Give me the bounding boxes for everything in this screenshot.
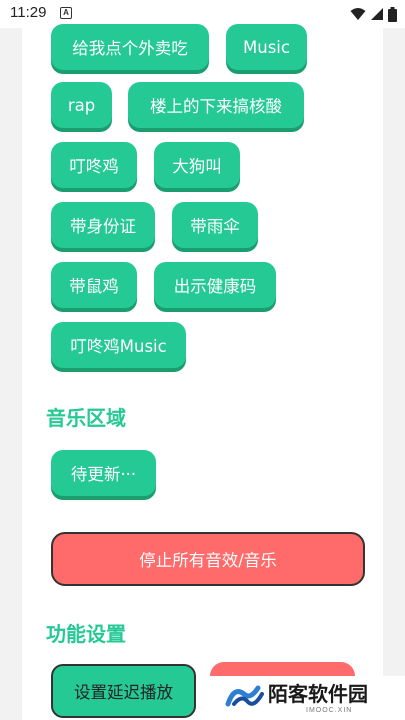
sound-button-big-dog[interactable]: 大狗叫 (154, 142, 240, 188)
sound-button-bring-mouse-chicken[interactable]: 带鼠鸡 (51, 262, 137, 308)
watermark-text: 陌客软件园 (268, 682, 368, 706)
sound-button-dingdong-chicken[interactable]: 叮咚鸡 (51, 142, 137, 188)
settings-section-title: 功能设置 (46, 622, 126, 646)
sound-button-rap[interactable]: rap (51, 82, 112, 128)
status-icons (350, 6, 397, 22)
stop-all-button[interactable]: 停止所有音效/音乐 (51, 532, 365, 586)
music-pending-button[interactable]: 待更新··· (51, 450, 156, 496)
watermark-logo-icon (225, 685, 264, 707)
delay-playback-button[interactable]: 设置延迟播放 (51, 664, 196, 718)
watermark: 陌客软件园 IMOOC.XIN (210, 676, 405, 720)
sound-button-nucleic-test[interactable]: 楼上的下来搞核酸 (128, 82, 304, 128)
sound-button-health-code[interactable]: 出示健康码 (154, 262, 276, 308)
sound-button-music[interactable]: Music (226, 24, 307, 70)
watermark-subtext: IMOOC.XIN (306, 707, 353, 714)
signal-icon (371, 8, 383, 20)
music-section-title: 音乐区域 (46, 406, 126, 430)
content-card (22, 28, 383, 720)
app-notification-icon: A (60, 7, 72, 19)
sound-button-dingdong-music[interactable]: 叮咚鸡Music (51, 322, 186, 368)
sound-button-bring-umbrella[interactable]: 带雨伞 (172, 202, 258, 248)
sound-button-bring-id[interactable]: 带身份证 (51, 202, 155, 248)
battery-icon (388, 6, 397, 22)
status-time: 11:29 (10, 4, 47, 21)
sound-button-takeout[interactable]: 给我点个外卖吃 (51, 24, 209, 70)
wifi-icon (350, 8, 366, 20)
